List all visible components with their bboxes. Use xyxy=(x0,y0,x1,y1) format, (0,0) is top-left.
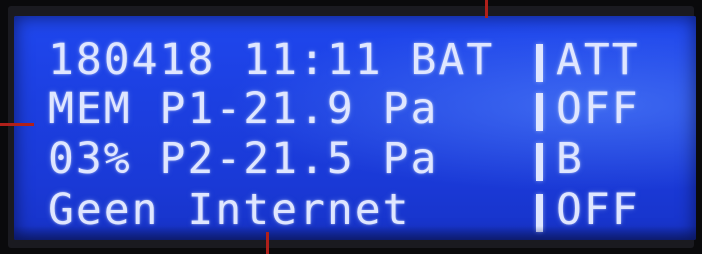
lcd-line-3-right: B xyxy=(556,134,584,184)
lcd-photo: 180418 11:11 BAT MEM P1-21.9 Pa 03% P2-2… xyxy=(0,0,702,254)
lcd-line-2-right: OFF xyxy=(556,84,640,134)
lcd-line-2-left: MEM P1-21.9 Pa xyxy=(48,84,439,134)
annotation-leader-top xyxy=(485,0,488,18)
lcd-divider-2 xyxy=(536,93,543,131)
lcd-divider-4 xyxy=(536,194,543,232)
lcd-screen: 180418 11:11 BAT MEM P1-21.9 Pa 03% P2-2… xyxy=(14,16,696,240)
lcd-line-4-left: Geen Internet xyxy=(48,185,411,235)
lcd-line-1-right: ATT xyxy=(556,35,640,85)
lcd-line-3-left: 03% P2-21.5 Pa xyxy=(48,134,439,184)
lcd-divider-1 xyxy=(536,44,543,82)
annotation-leader-left xyxy=(0,123,34,126)
lcd-divider-3 xyxy=(536,143,543,181)
lcd-line-4-right: OFF xyxy=(556,185,640,235)
lcd-line-1-left: 180418 11:11 BAT xyxy=(48,35,495,85)
annotation-leader-bottom xyxy=(266,232,269,254)
